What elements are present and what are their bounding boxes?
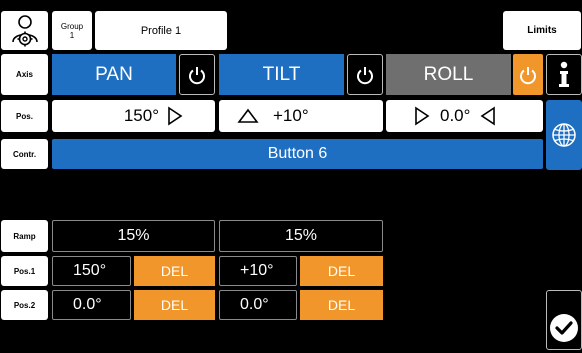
roll-power-button[interactable] <box>513 54 543 95</box>
axis-row-label: Axis <box>1 54 48 95</box>
arrow-right-icon <box>415 106 430 126</box>
arrow-right-icon <box>168 106 183 126</box>
power-icon <box>189 66 205 84</box>
checkmark-icon <box>550 314 578 342</box>
pos1-row-label-text: Pos.1 <box>13 266 36 276</box>
tilt-pos1-del-button[interactable]: DEL <box>300 256 383 286</box>
tilt-position-field[interactable]: +10° <box>219 100 383 132</box>
tilt-pos2-field[interactable]: 0.0° <box>219 290 297 320</box>
pan-ramp-value: 15% <box>117 227 150 244</box>
tilt-ramp-field[interactable]: 15% <box>219 220 383 252</box>
arrow-up-icon <box>237 108 259 123</box>
group-label: Group <box>60 21 84 31</box>
del-label: DEL <box>327 297 356 313</box>
controller-field[interactable]: Button 6 <box>52 139 543 169</box>
pan-position-value: 150° <box>123 106 159 125</box>
contr-row-label-text: Contr. <box>12 149 37 159</box>
tilt-pos1-field[interactable]: +10° <box>219 256 297 286</box>
del-label: DEL <box>160 263 189 279</box>
limits-label: Limits <box>527 25 557 36</box>
pan-pos1-field[interactable]: 150° <box>52 256 131 286</box>
ramp-row-label-text: Ramp <box>13 231 36 241</box>
axis-row-label-text: Axis <box>16 70 33 79</box>
pos1-row-label: Pos.1 <box>1 256 48 286</box>
controller-value: Button 6 <box>267 145 328 162</box>
globe-icon <box>552 123 576 147</box>
tilt-pos2-del-button[interactable]: DEL <box>300 290 383 320</box>
user-settings-icon <box>11 14 38 46</box>
pan-pos2-value: 0.0° <box>73 296 102 313</box>
arrow-left-icon <box>480 106 496 126</box>
ramp-row-label: Ramp <box>1 220 48 252</box>
info-button[interactable] <box>546 54 582 95</box>
contr-row-label: Contr. <box>1 139 48 169</box>
limits-button[interactable]: Limits <box>503 11 581 50</box>
roll-position-value: 0.0° <box>440 106 471 125</box>
profile-selector[interactable]: Profile 1 <box>95 11 227 50</box>
tilt-ramp-value: 15% <box>284 227 318 244</box>
pan-pos1-del-button[interactable]: DEL <box>134 256 215 286</box>
pan-power-button[interactable] <box>179 54 215 95</box>
pan-pos1-value: 150° <box>73 262 107 279</box>
tilt-position-value: +10° <box>273 106 309 125</box>
group-number: 1 <box>69 30 75 40</box>
tilt-axis-button[interactable]: TILT <box>219 54 344 95</box>
roll-position-field[interactable]: 0.0° <box>386 100 543 132</box>
info-icon <box>559 61 569 87</box>
tilt-label: TILT <box>262 63 301 85</box>
pos2-row-label: Pos.2 <box>1 290 48 320</box>
pan-pos2-field[interactable]: 0.0° <box>52 290 131 320</box>
roll-axis-button[interactable]: ROLL <box>386 54 511 95</box>
pos-row-label-text: Pos. <box>16 111 33 121</box>
confirm-button[interactable] <box>546 290 582 350</box>
pos2-row-label-text: Pos.2 <box>13 300 36 310</box>
pan-pos2-del-button[interactable]: DEL <box>134 290 215 320</box>
globe-button[interactable] <box>546 100 582 170</box>
pan-position-field[interactable]: 150° <box>52 100 215 132</box>
group-selector[interactable]: Group 1 <box>52 11 92 50</box>
power-icon <box>520 66 536 84</box>
pan-axis-button[interactable]: PAN <box>52 54 176 95</box>
user-settings-button[interactable] <box>1 11 48 50</box>
roll-label: ROLL <box>423 63 474 85</box>
tilt-pos2-value: 0.0° <box>240 296 269 313</box>
tilt-power-button[interactable] <box>347 54 383 95</box>
del-label: DEL <box>327 263 356 279</box>
profile-label: Profile 1 <box>140 24 182 37</box>
del-label: DEL <box>160 297 189 313</box>
pan-ramp-field[interactable]: 15% <box>52 220 215 252</box>
pan-label: PAN <box>95 63 133 85</box>
tilt-pos1-value: +10° <box>240 262 274 279</box>
power-icon <box>357 66 373 84</box>
pos-row-label: Pos. <box>1 100 48 132</box>
